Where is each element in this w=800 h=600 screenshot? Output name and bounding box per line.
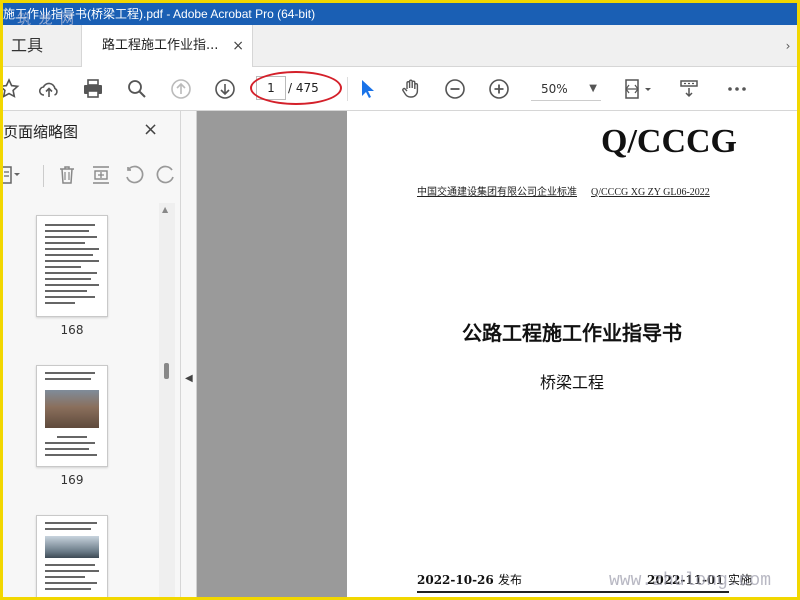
page-thumbnail[interactable] [36, 215, 108, 317]
tab-scroll-right-icon[interactable]: › [781, 39, 795, 57]
select-cursor-icon[interactable] [353, 75, 381, 103]
footer-rule [417, 591, 729, 593]
page-thumbnail[interactable] [36, 365, 108, 467]
acrobat-window: 施工作业指导书(桥梁工程).pdf - Adobe Acrobat Pro (6… [3, 3, 797, 597]
close-tab-button[interactable]: × [232, 25, 244, 67]
previous-page-icon[interactable] [167, 75, 195, 103]
page-layout-icon[interactable] [617, 75, 657, 103]
panel-splitter[interactable]: ◀ [181, 111, 197, 597]
delete-page-icon[interactable] [55, 163, 79, 187]
zoom-out-icon[interactable] [441, 75, 469, 103]
chevron-down-icon: ▼ [589, 83, 597, 94]
bridge-photo [45, 390, 99, 428]
redo-icon[interactable] [153, 163, 177, 187]
standard-header-line: 中国交通建设集团有限公司企业标准 Q/CCCG XG ZY GL06-2022 [417, 183, 710, 198]
tab-tools-label: 工具 [11, 36, 44, 55]
print-icon[interactable] [79, 75, 107, 103]
star-icon[interactable] [3, 75, 23, 103]
collapse-panel-icon[interactable]: ◀ [185, 373, 193, 384]
zoom-in-icon[interactable] [485, 75, 513, 103]
zoom-search-icon[interactable] [123, 75, 151, 103]
document-subtitle: 桥梁工程 [539, 373, 604, 392]
tab-bar: 工具 路工程施工作业指... × › [3, 25, 797, 68]
toolbar-divider [347, 77, 348, 101]
publish-suffix: 发布 [497, 573, 522, 587]
thumbnail-label: 169 [60, 473, 84, 487]
close-panel-button[interactable]: × [143, 119, 158, 140]
tab-document-label: 路工程施工作业指... [102, 38, 219, 53]
scroll-up-icon[interactable]: ▲ [162, 205, 168, 214]
highlight-ellipse [250, 71, 342, 105]
publish-date: 2022-10-26 发布 [417, 571, 522, 588]
document-title: 公路工程施工作业指导书 [462, 321, 682, 345]
zoom-select[interactable]: 50% ▼ [531, 77, 601, 101]
document-canvas[interactable]: Q/CCCG 中国交通建设集团有限公司企业标准 Q/CCCG XG ZY GL06… [197, 111, 797, 597]
standard-number: Q/CCCG XG ZY GL06-2022 [591, 187, 710, 198]
pdf-page: Q/CCCG 中国交通建设集团有限公司企业标准 Q/CCCG XG ZY GL06… [347, 111, 797, 597]
panel-title: 页面缩略图 [3, 123, 79, 141]
next-page-icon[interactable] [211, 75, 239, 103]
scrollbar-thumb[interactable] [164, 363, 169, 379]
thumbnail-panel: 页面缩略图 × 168 169 ▲ [3, 111, 181, 597]
thumbnail-toolbar [3, 159, 181, 193]
title-bar: 施工作业指导书(桥梁工程).pdf - Adobe Acrobat Pro (6… [3, 3, 797, 25]
tab-document[interactable]: 路工程施工作业指... × [81, 25, 253, 68]
zoom-value: 50% [541, 82, 568, 96]
upload-cloud-icon[interactable] [35, 75, 63, 103]
organization-name: 中国交通建设集团有限公司企业标准 [417, 187, 577, 198]
watermark-bottom: www.zhulong.com [609, 571, 772, 591]
thumbnail-toolbar-divider [43, 165, 44, 187]
more-options-icon[interactable] [723, 75, 751, 103]
thumbnail-list: 168 169 [3, 203, 161, 597]
construction-photo [45, 536, 99, 558]
insert-page-icon[interactable] [89, 163, 113, 187]
page-thumbnail[interactable] [36, 515, 108, 597]
watermark-top: 筑 龙 网 [17, 13, 76, 28]
scroll-mode-icon[interactable] [675, 75, 703, 103]
undo-icon[interactable] [123, 163, 147, 187]
publish-date-value: 2022-10-26 [417, 573, 494, 587]
options-menu-icon[interactable] [3, 163, 21, 187]
main-toolbar: 1 / 475 50% ▼ [3, 67, 797, 111]
thumbnail-scrollbar[interactable]: ▲ [159, 203, 175, 597]
standard-code: Q/CCCG [601, 123, 737, 160]
thumbnail-label: 168 [60, 323, 84, 337]
hand-tool-icon[interactable] [397, 75, 425, 103]
tab-tools[interactable]: 工具 [3, 25, 81, 67]
